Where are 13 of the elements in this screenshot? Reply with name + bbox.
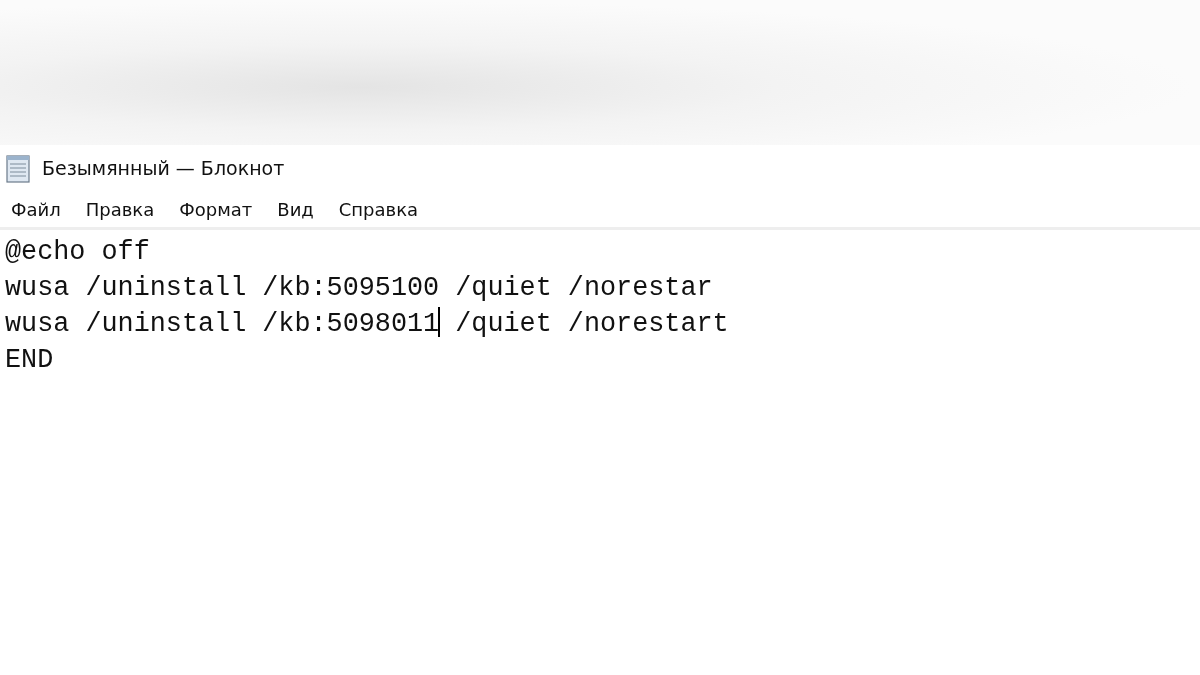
code-line: wusa /uninstall /kb:5098011 /quiet /norestart xyxy=(5,306,730,341)
code-line: END xyxy=(5,344,55,377)
menu-item[interactable]: Формат xyxy=(168,192,267,226)
text-caret xyxy=(438,307,441,337)
menu-item[interactable]: Справка xyxy=(327,192,433,226)
code-line: wusa /uninstall /kb:5095100 /quiet /norestar xyxy=(5,272,714,305)
menu-item[interactable]: Вид xyxy=(266,192,328,226)
notepad-icon xyxy=(4,153,32,183)
text-editor[interactable]: @echo off wusa /uninstall /kb:5095100 /quiet /norestar wusa /uninstall /kb:5098011 /quiet /norestart END xyxy=(0,230,1200,675)
menu-item[interactable]: Правка xyxy=(74,192,169,226)
code-line: @echo off xyxy=(5,236,151,269)
menu-item[interactable]: Файл xyxy=(0,192,75,226)
window-title: Безымянный — Блокнот xyxy=(42,157,285,179)
